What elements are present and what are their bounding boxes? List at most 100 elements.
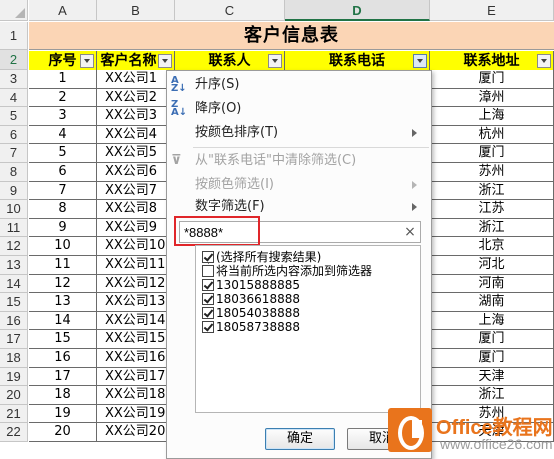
row-header-7[interactable]: 7 xyxy=(0,144,28,163)
header-cell-e[interactable]: 联系地址 xyxy=(430,51,554,71)
filter-list-item[interactable]: 18058738888 xyxy=(202,320,300,334)
cell-b21[interactable]: XX公司19 xyxy=(97,404,175,424)
cell-a17[interactable]: 15 xyxy=(29,330,97,349)
filter-list-item[interactable]: 18054038888 xyxy=(202,306,300,320)
cell-b4[interactable]: XX公司2 xyxy=(97,88,175,108)
column-header-e[interactable]: E xyxy=(430,0,554,21)
cell-b17[interactable]: XX公司15 xyxy=(97,330,175,349)
filter-dropdown-button[interactable] xyxy=(537,54,551,68)
cell-a5[interactable]: 3 xyxy=(29,107,97,126)
cell-a9[interactable]: 7 xyxy=(29,181,97,201)
column-header-d[interactable]: D xyxy=(285,0,430,21)
cell-e5[interactable]: 上海 xyxy=(430,107,554,126)
filter-checkbox[interactable] xyxy=(202,265,214,277)
cell-a19[interactable]: 17 xyxy=(29,367,97,387)
cell-a20[interactable]: 18 xyxy=(29,386,97,405)
header-cell-b[interactable]: 客户名称 xyxy=(97,51,175,71)
filter-checkbox[interactable] xyxy=(202,307,214,319)
cell-a8[interactable]: 6 xyxy=(29,163,97,182)
filter-dropdown-button[interactable] xyxy=(268,54,282,68)
filter-list-item[interactable]: 18036618888 xyxy=(202,292,300,306)
cell-a4[interactable]: 2 xyxy=(29,88,97,108)
filter-checkbox[interactable] xyxy=(202,251,214,263)
cell-a15[interactable]: 13 xyxy=(29,293,97,312)
cell-b20[interactable]: XX公司18 xyxy=(97,386,175,405)
cell-b22[interactable]: XX公司20 xyxy=(97,423,175,442)
cell-a3[interactable]: 1 xyxy=(29,70,97,89)
menu-sort-by-color[interactable]: 按颜色排序(T) xyxy=(167,121,431,145)
cell-b11[interactable]: XX公司9 xyxy=(97,218,175,238)
row-header-18[interactable]: 18 xyxy=(0,349,28,368)
row-header-12[interactable]: 12 xyxy=(0,237,28,256)
cell-a10[interactable]: 8 xyxy=(29,200,97,219)
menu-filter-by-color[interactable]: 按颜色筛选(I) xyxy=(167,173,431,197)
row-header-5[interactable]: 5 xyxy=(0,107,28,126)
row-header-4[interactable]: 4 xyxy=(0,88,28,108)
filter-dropdown-button[interactable] xyxy=(80,54,94,68)
column-header-a[interactable]: A xyxy=(29,0,97,21)
row-header-6[interactable]: 6 xyxy=(0,125,28,145)
cell-b9[interactable]: XX公司7 xyxy=(97,181,175,201)
cell-b19[interactable]: XX公司17 xyxy=(97,367,175,387)
filter-list-item[interactable]: (选择所有搜索结果) xyxy=(202,250,321,264)
cell-a18[interactable]: 16 xyxy=(29,349,97,368)
filter-checkbox[interactable] xyxy=(202,321,214,333)
filter-checkbox[interactable] xyxy=(202,279,214,291)
cell-a7[interactable]: 5 xyxy=(29,144,97,163)
menu-clear-filter[interactable]: ⊽ 从"联系电话"中清除筛选(C) xyxy=(167,149,431,173)
row-header-3[interactable]: 3 xyxy=(0,70,28,89)
select-all-corner[interactable] xyxy=(0,0,28,21)
sheet-title[interactable]: 客户信息表 xyxy=(29,22,554,50)
cell-e11[interactable]: 浙江 xyxy=(430,218,554,238)
row-header-11[interactable]: 11 xyxy=(0,218,28,238)
cell-a13[interactable]: 11 xyxy=(29,256,97,275)
menu-sort-descending[interactable]: Z A↓ 降序(O) xyxy=(167,97,431,121)
cell-b13[interactable]: XX公司11 xyxy=(97,256,175,275)
cell-e16[interactable]: 上海 xyxy=(430,311,554,331)
filter-checkbox[interactable] xyxy=(202,293,214,305)
filter-dropdown-button[interactable] xyxy=(158,54,172,68)
cell-e17[interactable]: 厦门 xyxy=(430,330,554,349)
cell-e20[interactable]: 浙江 xyxy=(430,386,554,405)
row-header-17[interactable]: 17 xyxy=(0,330,28,349)
row-header-15[interactable]: 15 xyxy=(0,293,28,312)
cell-a12[interactable]: 10 xyxy=(29,237,97,256)
cell-b12[interactable]: XX公司10 xyxy=(97,237,175,256)
row-header-16[interactable]: 16 xyxy=(0,311,28,331)
cell-a6[interactable]: 4 xyxy=(29,125,97,145)
cell-e15[interactable]: 湖南 xyxy=(430,293,554,312)
header-cell-a[interactable]: 序号 xyxy=(29,51,97,71)
cell-e3[interactable]: 厦门 xyxy=(430,70,554,89)
row-header-22[interactable]: 22 xyxy=(0,423,28,442)
row-header-20[interactable]: 20 xyxy=(0,386,28,405)
filter-list-item[interactable]: 13015888885 xyxy=(202,278,300,292)
cell-e18[interactable]: 厦门 xyxy=(430,349,554,368)
row-header-21[interactable]: 21 xyxy=(0,404,28,424)
row-header-9[interactable]: 9 xyxy=(0,181,28,201)
cell-e14[interactable]: 河南 xyxy=(430,274,554,294)
cell-a11[interactable]: 9 xyxy=(29,218,97,238)
menu-sort-ascending[interactable]: A Z↓ 升序(S) xyxy=(167,73,431,97)
cell-a16[interactable]: 14 xyxy=(29,311,97,331)
column-header-c[interactable]: C xyxy=(175,0,285,21)
cell-b18[interactable]: XX公司16 xyxy=(97,349,175,368)
filter-list-item[interactable]: 将当前所选内容添加到筛选器 xyxy=(202,264,372,278)
clear-search-icon[interactable]: × xyxy=(402,224,418,240)
row-header-14[interactable]: 14 xyxy=(0,274,28,294)
cell-e19[interactable]: 天津 xyxy=(430,367,554,387)
cell-b16[interactable]: XX公司14 xyxy=(97,311,175,331)
cell-e12[interactable]: 北京 xyxy=(430,237,554,256)
cell-e10[interactable]: 江苏 xyxy=(430,200,554,219)
filter-dropdown-button[interactable] xyxy=(413,54,427,68)
row-header-1[interactable]: 1 xyxy=(0,22,28,50)
cell-e13[interactable]: 河北 xyxy=(430,256,554,275)
cell-b15[interactable]: XX公司13 xyxy=(97,293,175,312)
cell-b14[interactable]: XX公司12 xyxy=(97,274,175,294)
row-header-8[interactable]: 8 xyxy=(0,163,28,182)
cell-e6[interactable]: 杭州 xyxy=(430,125,554,145)
cell-b7[interactable]: XX公司5 xyxy=(97,144,175,163)
column-header-b[interactable]: B xyxy=(97,0,175,21)
cell-a22[interactable]: 20 xyxy=(29,423,97,442)
ok-button[interactable]: 确定 xyxy=(265,428,335,450)
cell-a14[interactable]: 12 xyxy=(29,274,97,294)
